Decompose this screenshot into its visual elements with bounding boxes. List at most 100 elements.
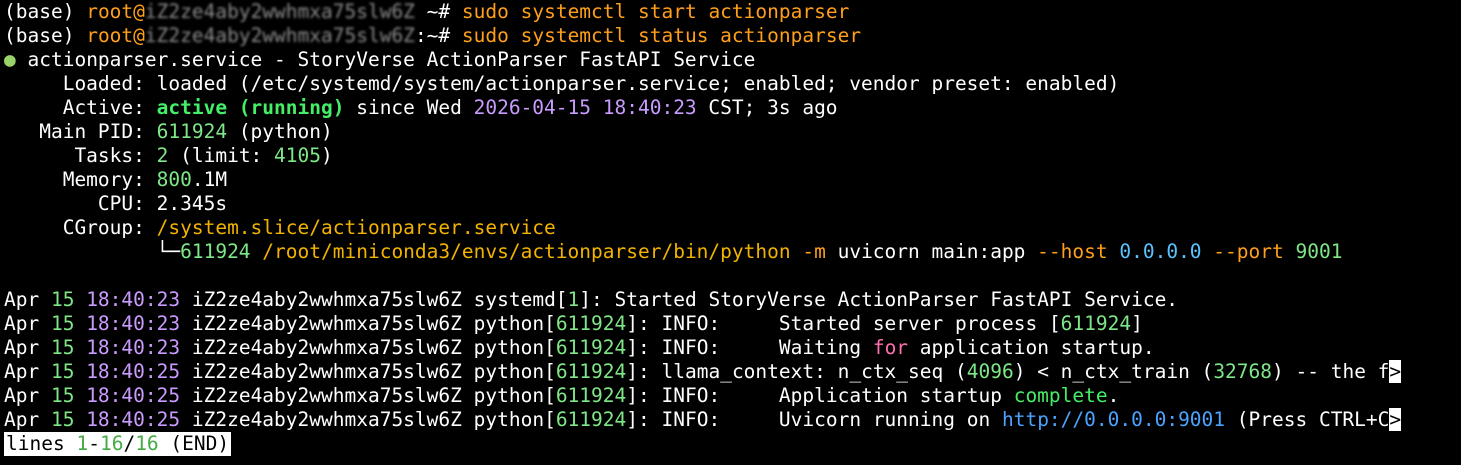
log-message: INFO: Waiting xyxy=(661,336,873,359)
log-time: 18:40:23 xyxy=(74,312,181,335)
log-day: 15 xyxy=(50,360,75,383)
prompt-line-2: (base) root@iZ2ze4aby2wwhmxa75slw6Z:~# s… xyxy=(4,24,1457,48)
log-day: 15 xyxy=(50,288,75,311)
log-message-rest: application startup. xyxy=(908,336,1155,359)
loaded-value: loaded (/etc/systemd/system/actionparser… xyxy=(156,72,1120,95)
cpu-line: CPU: 2.345s xyxy=(4,192,1457,216)
log-message: Started StoryVerse ActionParser FastAPI … xyxy=(614,288,1179,311)
log-day: 15 xyxy=(50,312,75,335)
terminal-window[interactable]: (base) root@iZ2ze4aby2wwhmxa75slw6Z ~# s… xyxy=(0,0,1461,456)
log-pid: 611924 xyxy=(555,312,627,335)
log-process: python[ xyxy=(473,312,556,335)
main-pid-line: Main PID: 611924 (python) xyxy=(4,120,1457,144)
log-time: 18:40:25 xyxy=(74,384,181,407)
log-message-tail: ) -- the f xyxy=(1272,360,1390,383)
log-month: Apr xyxy=(4,384,51,407)
log-highlight: http://0.0.0.0:9001 xyxy=(1001,408,1226,431)
tasks-label: Tasks: xyxy=(4,144,157,167)
pid-rest: (python) xyxy=(227,120,333,143)
log-month: Apr xyxy=(4,408,51,431)
log-time: 18:40:25 xyxy=(74,360,181,383)
active-since: since Wed xyxy=(344,96,474,119)
memory-unit: .1M xyxy=(191,168,228,191)
cpu-value: 2.345s xyxy=(156,192,228,215)
log-pid: 611924 xyxy=(555,408,627,431)
active-label: Active: xyxy=(4,96,157,119)
log-line: Apr 15 18:40:23 iZ2ze4aby2wwhmxa75slw6Z … xyxy=(4,336,1457,360)
log-highlight: complete xyxy=(1013,384,1108,407)
tasks-mid: (limit: xyxy=(168,144,275,167)
log-pid: 611924 xyxy=(555,336,627,359)
status-dot-icon: ● xyxy=(4,48,16,71)
log-host: iZ2ze4aby2wwhmxa75slw6Z xyxy=(180,360,474,383)
log-time: 18:40:25 xyxy=(74,408,181,431)
active-time: 2026-04-15 18:40:23 xyxy=(473,96,697,119)
unit-description: actionparser.service - StoryVerse Action… xyxy=(15,48,756,71)
command-text: sudo systemctl start actionparser xyxy=(461,0,850,23)
pid-label: Main PID: xyxy=(4,120,157,143)
memory-line: Memory: 800.1M xyxy=(4,168,1457,192)
active-state: active (running) xyxy=(156,96,345,119)
log-message: llama_context: n_ctx_seq ( xyxy=(661,360,967,383)
log-pid: 611924 xyxy=(555,360,627,383)
journal-log: Apr 15 18:40:23 iZ2ze4aby2wwhmxa75slw6Z … xyxy=(4,288,1457,432)
log-time: 18:40:23 xyxy=(74,336,181,359)
log-day: 15 xyxy=(50,408,75,431)
process-tree-line: └─611924 /root/miniconda3/envs/actionpar… xyxy=(4,240,1457,264)
log-day: 15 xyxy=(50,336,75,359)
pager-status-line[interactable]: lines 1-16/16 (END) xyxy=(4,432,1457,456)
log-host: iZ2ze4aby2wwhmxa75slw6Z xyxy=(180,288,474,311)
cgroup-line: CGroup: /system.slice/actionparser.servi… xyxy=(4,216,1457,240)
log-process: python[ xyxy=(473,408,556,431)
log-line: Apr 15 18:40:25 iZ2ze4aby2wwhmxa75slw6Z … xyxy=(4,384,1457,408)
tree-port-value: 9001 xyxy=(1283,240,1343,263)
pid-value: 611924 xyxy=(156,120,228,143)
pager-total: 16 xyxy=(135,432,159,455)
log-day: 15 xyxy=(50,384,75,407)
tasks-line: Tasks: 2 (limit: 4105) xyxy=(4,144,1457,168)
tree-pid: 611924 xyxy=(180,240,251,263)
log-host: iZ2ze4aby2wwhmxa75slw6Z xyxy=(180,408,474,431)
log-message: INFO: Started server process [ xyxy=(661,312,1061,335)
tree-port-flag: --port xyxy=(1201,240,1284,263)
prompt-suffix: :~# xyxy=(414,24,462,47)
prompt-line-1: (base) root@iZ2ze4aby2wwhmxa75slw6Z ~# s… xyxy=(4,0,1457,24)
log-message-rest: (Press CTRL+C xyxy=(1225,408,1390,431)
cgroup-value: /system.slice/actionparser.service xyxy=(156,216,556,239)
active-line: Active: active (running) since Wed 2026-… xyxy=(4,96,1457,120)
log-process: python[ xyxy=(473,336,556,359)
tree-branch-icon: └─ xyxy=(4,240,181,263)
log-highlight: 4096 xyxy=(966,360,1014,383)
log-line: Apr 15 18:40:23 iZ2ze4aby2wwhmxa75slw6Z … xyxy=(4,288,1457,312)
log-process-end: ]: xyxy=(626,336,662,359)
pager-start: 1 xyxy=(76,432,89,455)
log-line: Apr 15 18:40:23 iZ2ze4aby2wwhmxa75slw6Z … xyxy=(4,312,1457,336)
tasks-end: ) xyxy=(321,144,333,167)
log-process: python[ xyxy=(473,384,556,407)
log-process: python[ xyxy=(473,360,556,383)
log-message-rest: ] xyxy=(1131,312,1143,335)
command-text: sudo systemctl status actionparser xyxy=(461,24,862,47)
conda-env: (base) xyxy=(4,24,75,47)
log-pid: 1 xyxy=(567,288,580,311)
tree-mid: uvicorn main:app xyxy=(825,240,1038,263)
log-pid: 611924 xyxy=(555,384,627,407)
log-process-end: ]: xyxy=(626,312,662,335)
prompt-user: root@ xyxy=(86,24,145,47)
tasks-value: 2 xyxy=(156,144,169,167)
pager-end: 16 xyxy=(99,432,124,455)
log-host: iZ2ze4aby2wwhmxa75slw6Z xyxy=(180,336,474,359)
log-host: iZ2ze4aby2wwhmxa75slw6Z xyxy=(180,312,474,335)
service-unit-line: ● actionparser.service - StoryVerse Acti… xyxy=(4,48,1457,72)
log-month: Apr xyxy=(4,336,51,359)
log-month: Apr xyxy=(4,360,51,383)
prompt-user: root@ xyxy=(86,0,145,23)
log-host: iZ2ze4aby2wwhmxa75slw6Z xyxy=(180,384,474,407)
prompt-host: iZ2ze4aby2wwhmxa75slw6Z xyxy=(144,0,415,23)
conda-env: (base) xyxy=(4,0,75,23)
log-process-end: ]: xyxy=(579,288,615,311)
tree-path: /root/miniconda3/envs/actionparser/bin/p… xyxy=(250,240,791,263)
log-month: Apr xyxy=(4,288,51,311)
log-message-rest: ) < n_ctx_train ( xyxy=(1013,360,1214,383)
prompt-host: iZ2ze4aby2wwhmxa75slw6Z xyxy=(144,24,415,47)
